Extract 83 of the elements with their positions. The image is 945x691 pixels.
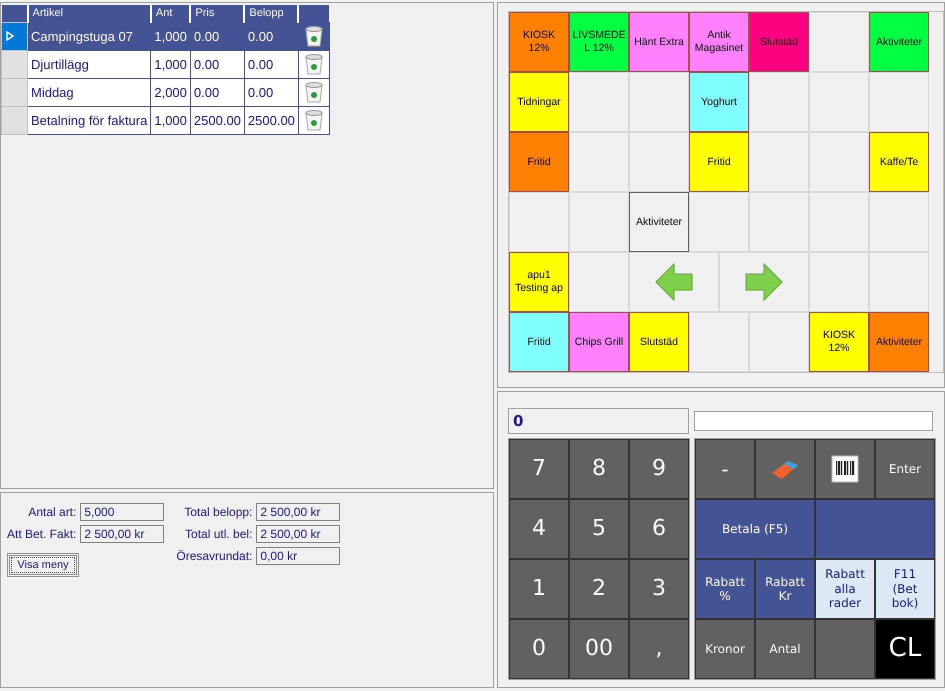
row-pointer-icon	[6, 30, 14, 40]
number-key[interactable]: 1	[509, 559, 569, 619]
product-button[interactable]: Aktiviteter	[629, 192, 689, 252]
table-cell: 1,000	[150, 22, 190, 50]
product-button[interactable]: Chips Grill	[569, 312, 629, 372]
table-cell: 2,000	[150, 78, 190, 106]
row-indicator[interactable]	[2, 22, 28, 50]
summary-label: Antal art:	[27, 505, 76, 519]
table-cell: 0.00	[190, 22, 244, 50]
summary-field[interactable]: 0,00 kr	[256, 547, 340, 565]
number-key[interactable]: ,	[629, 619, 689, 679]
product-button[interactable]: Fritid	[509, 312, 569, 372]
table-cell: 0.00	[244, 50, 298, 78]
barcode-key[interactable]	[815, 439, 875, 499]
table-cell: Djurtillägg	[28, 50, 151, 78]
summary-label: Att Bet. Fakt:	[7, 527, 76, 541]
summary-field[interactable]: 2 500,00 kr	[256, 525, 340, 543]
pay-button[interactable]: Betala (F5)	[695, 499, 815, 559]
function-key[interactable]: Antal	[755, 619, 815, 679]
table-cell: 0.00	[190, 50, 244, 78]
text-field[interactable]	[694, 411, 933, 431]
summary-label: Total utl. bel:	[184, 527, 252, 541]
table-cell: 2500.00	[190, 106, 244, 134]
barcode-icon	[831, 455, 859, 483]
amount-field[interactable]: 0	[508, 408, 689, 434]
table-cell: 1,000	[150, 50, 190, 78]
function-key[interactable]: Rabatt %	[695, 559, 755, 619]
product-button[interactable]: Slutstäd	[629, 312, 689, 372]
number-key[interactable]: 5	[569, 499, 629, 559]
function-key[interactable]: Enter	[875, 439, 935, 499]
table-cell: 2500.00	[244, 106, 298, 134]
table-cell: 0.00	[190, 78, 244, 106]
product-button[interactable]: Fritid	[509, 132, 569, 192]
column-header: Pris	[190, 5, 244, 22]
summary-label: Öresavrundat:	[176, 549, 252, 563]
table-cell: Middag	[28, 78, 151, 106]
product-button[interactable]: Slutstäd	[749, 12, 809, 72]
number-key[interactable]: 8	[569, 439, 629, 499]
function-key[interactable]: Rabatt alla rader	[815, 559, 875, 619]
function-key[interactable]: Rabatt Kr	[755, 559, 815, 619]
function-key[interactable]: -	[695, 439, 755, 499]
number-key[interactable]: 3	[629, 559, 689, 619]
product-button[interactable]: LIVSMEDE L 12%	[569, 12, 629, 72]
column-header: Belopp	[244, 5, 298, 22]
product-button[interactable]: Tidningar	[509, 72, 569, 132]
number-key[interactable]: 6	[629, 499, 689, 559]
previous-page-button[interactable]	[629, 252, 719, 312]
eraser-key[interactable]	[755, 439, 815, 499]
number-key[interactable]: 00	[569, 619, 629, 679]
header-cell	[2, 5, 28, 22]
show-menu-button[interactable]: Visa meny	[7, 553, 79, 577]
product-button[interactable]: Fritid	[689, 132, 749, 192]
number-key[interactable]: 4	[509, 499, 569, 559]
table-cell: Campingstuga 07	[28, 22, 151, 50]
table-cell: 1,000	[150, 106, 190, 134]
next-page-button[interactable]	[719, 252, 809, 312]
column-header: Ant	[150, 5, 190, 22]
right-arrow-icon	[744, 262, 784, 302]
product-button[interactable]: Kaffe/Te	[869, 132, 929, 192]
summary-label: Total belopp:	[183, 505, 252, 519]
left-arrow-icon	[654, 262, 694, 302]
summary-field[interactable]: 5,000	[80, 503, 164, 521]
product-button[interactable]: Antik Magasinet	[689, 12, 749, 72]
column-header: Artikel	[28, 5, 151, 22]
clear-key[interactable]: CL	[875, 619, 935, 679]
number-key[interactable]: 9	[629, 439, 689, 499]
function-key[interactable]: F11 (Bet bok)	[875, 559, 935, 619]
product-button[interactable]: apu1 Testing ap	[509, 252, 569, 312]
number-key[interactable]: 7	[509, 439, 569, 499]
number-key[interactable]: 0	[509, 619, 569, 679]
product-button[interactable]: KIOSK 12%	[809, 312, 869, 372]
table-cell: 0.00	[244, 22, 298, 50]
product-button[interactable]: Hänt Extra	[629, 12, 689, 72]
table-cell: Betalning för faktura	[28, 106, 151, 134]
function-key[interactable]: Kronor	[695, 619, 755, 679]
summary-field[interactable]: 2 500,00 kr	[256, 503, 340, 521]
table-cell: 0.00	[244, 78, 298, 106]
product-button[interactable]: KIOSK 12%	[509, 12, 569, 72]
product-button[interactable]: Aktiviteter	[869, 12, 929, 72]
product-button[interactable]: Aktiviteter	[869, 312, 929, 372]
product-button[interactable]: Yoghurt	[689, 72, 749, 132]
summary-field[interactable]: 2 500,00 kr	[80, 525, 164, 543]
number-key[interactable]: 2	[569, 559, 629, 619]
